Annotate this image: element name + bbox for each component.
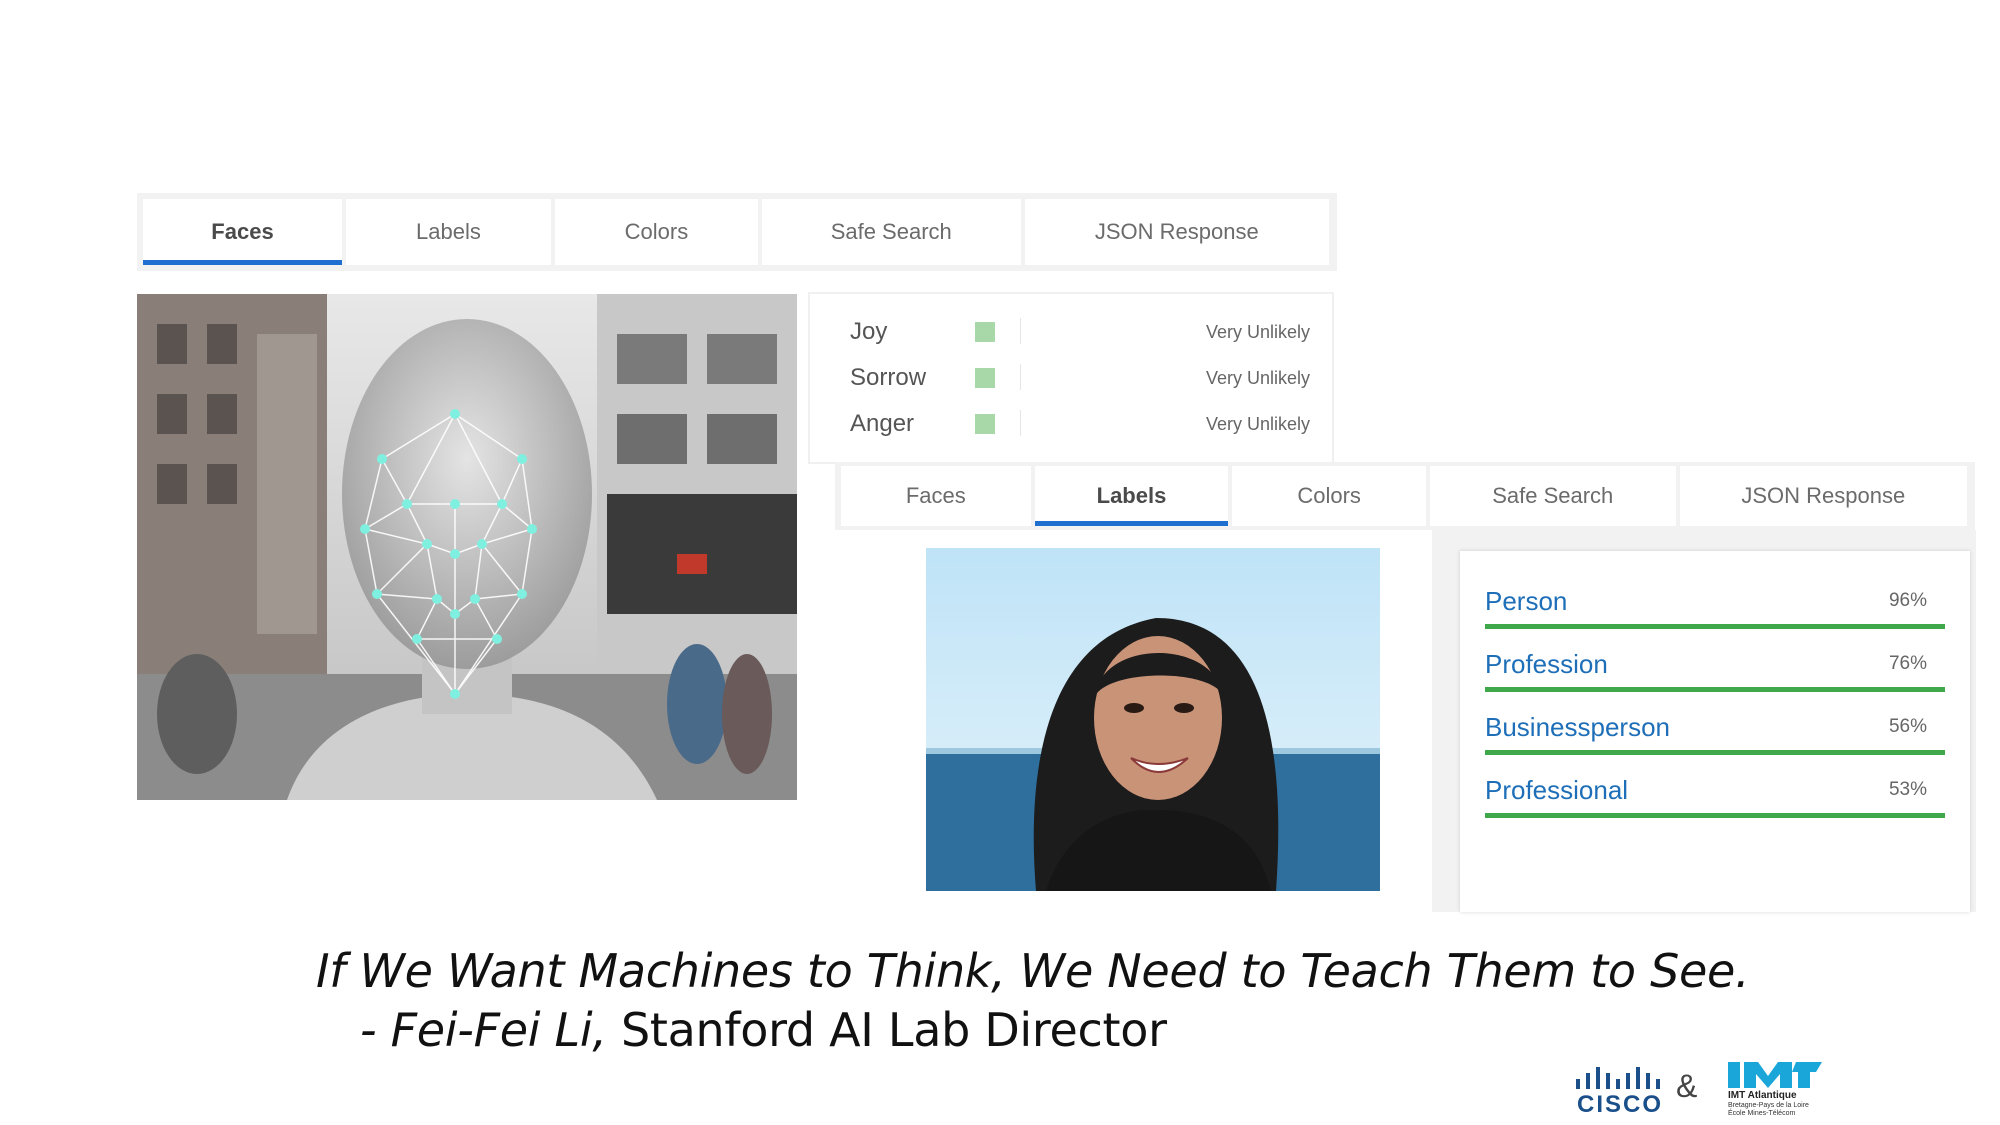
face-mesh-photo — [137, 294, 797, 800]
tab-labels[interactable]: Labels — [1034, 466, 1229, 526]
emotion-indicator — [975, 414, 995, 434]
label-score-bar — [1485, 750, 1945, 755]
imt-subtitle-line: École Mines-Télécom — [1728, 1110, 1796, 1117]
emotion-label: Sorrow — [850, 364, 927, 391]
label-row: Businessperson 56% — [1485, 712, 1945, 755]
label-score-bar — [1485, 813, 1945, 818]
imt-subtitle: Bretagne-Pays de la Loire École Mines-Té… — [1728, 1102, 1809, 1118]
quote-attribution: - Fei-Fei Li, Stanford AI Lab Director — [360, 1003, 1167, 1057]
emotion-row: Sorrow Very Unlikely — [850, 358, 1310, 398]
portrait-photo — [926, 548, 1380, 891]
label-score-bar — [1485, 624, 1945, 629]
tab-json-response[interactable]: JSON Response — [1679, 466, 1968, 526]
faces-panel-tabbar: Faces Labels Colors Safe Search JSON Res… — [137, 193, 1337, 271]
tab-safe-search[interactable]: Safe Search — [761, 199, 1021, 265]
emotion-label: Anger — [850, 410, 915, 437]
label-row: Professional 53% — [1485, 775, 1945, 818]
tab-json-response[interactable]: JSON Response — [1024, 199, 1329, 265]
imt-logo: IMT Atlantique Bretagne-Pays de la Loire… — [1726, 1060, 1836, 1122]
divider — [1020, 318, 1021, 344]
emotion-panel: Joy Very Unlikely Sorrow Very Unlikely A… — [810, 294, 1332, 462]
emotion-likelihood: Very Unlikely — [1205, 414, 1310, 434]
label-score: 53% — [1888, 779, 1927, 800]
quote-dash: - — [360, 1003, 391, 1057]
tab-colors[interactable]: Colors — [1232, 466, 1426, 526]
imt-name: IMT Atlantique — [1728, 1090, 1797, 1101]
imt-mark-icon — [1728, 1062, 1822, 1088]
emotion-likelihood: Very Unlikely — [1205, 322, 1310, 342]
ampersand: & — [1676, 1068, 1698, 1104]
emotion-indicator — [975, 368, 995, 388]
label-score: 76% — [1888, 653, 1927, 674]
quote-text: If We Want Machines to Think, We Need to… — [316, 944, 1750, 998]
label-name: Professional — [1485, 775, 1629, 805]
labels-card: Person 96% Profession 76% Businessperson… — [1460, 551, 1970, 912]
label-name: Profession — [1485, 649, 1608, 679]
label-row: Person 96% — [1485, 586, 1945, 629]
tab-safe-search[interactable]: Safe Search — [1429, 466, 1676, 526]
quote-author: Fei-Fei Li, — [390, 1003, 607, 1057]
cisco-bars-icon — [1576, 1067, 1660, 1089]
label-score-bar — [1485, 687, 1945, 692]
emotion-likelihood: Very Unlikely — [1205, 368, 1310, 388]
tab-labels[interactable]: Labels — [345, 199, 551, 265]
emotion-row: Anger Very Unlikely — [850, 404, 1310, 444]
tab-faces[interactable]: Faces — [143, 199, 342, 265]
label-name: Businessperson — [1485, 712, 1670, 742]
label-score: 96% — [1888, 590, 1927, 611]
divider — [1020, 364, 1021, 390]
tab-colors[interactable]: Colors — [554, 199, 758, 265]
emotion-row: Joy Very Unlikely — [850, 312, 1310, 352]
tab-faces[interactable]: Faces — [841, 466, 1031, 526]
cisco-wordmark: CISCO — [1576, 1091, 1663, 1118]
label-row: Profession 76% — [1485, 649, 1945, 692]
emotion-indicator — [975, 322, 995, 342]
divider — [1020, 410, 1021, 436]
emotion-label: Joy — [850, 318, 888, 345]
quote-author-role: Stanford AI Lab Director — [606, 1003, 1167, 1057]
cisco-logo: CISCO — [1572, 1065, 1668, 1118]
imt-subtitle-line: Bretagne-Pays de la Loire — [1728, 1102, 1809, 1109]
label-score: 56% — [1888, 716, 1927, 737]
label-name: Person — [1485, 586, 1568, 616]
labels-panel-tabbar: Faces Labels Colors Safe Search JSON Res… — [835, 462, 1975, 530]
